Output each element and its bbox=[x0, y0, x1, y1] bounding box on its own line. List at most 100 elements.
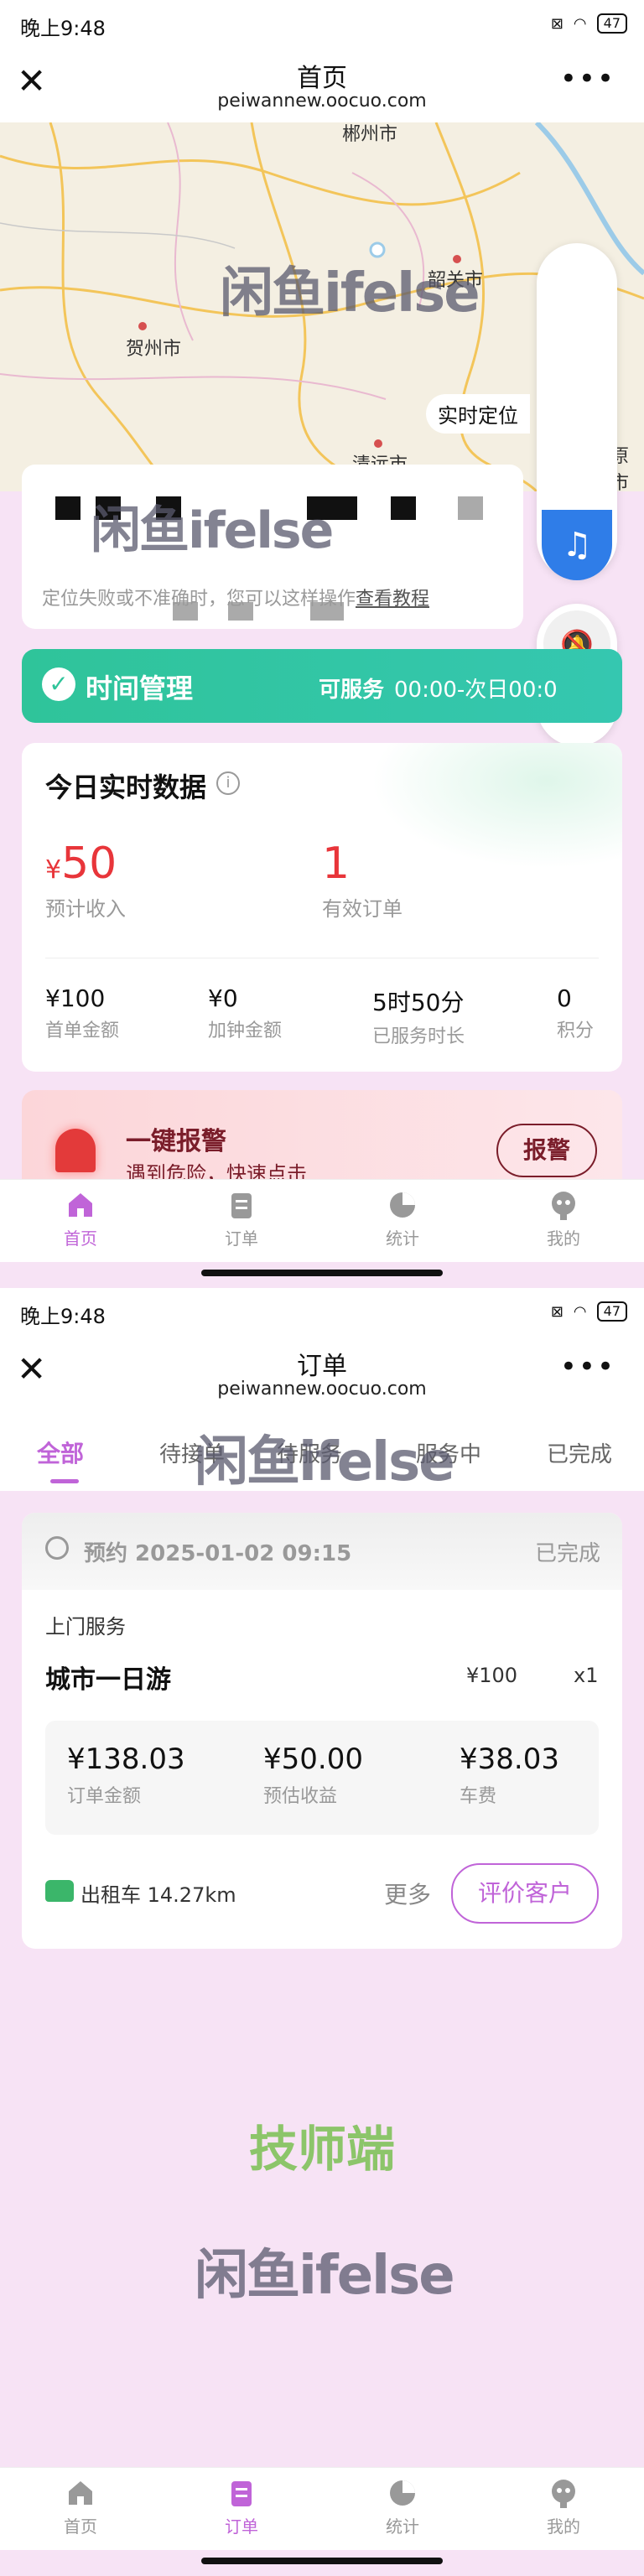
tab-stats[interactable]: 统计 bbox=[322, 2468, 483, 2550]
tab-active-indicator bbox=[50, 1479, 79, 1483]
order-amount: ¥138.03 订单金额 bbox=[67, 1742, 185, 1808]
nav-bar: ✕ 订单 peiwannew.oocuo.com ••• bbox=[0, 1335, 644, 1410]
tab-label: 首页 bbox=[64, 1228, 97, 1249]
orders-screen: 晚上9:48 ⊠ ◠ 47 ✕ 订单 peiwannew.oocuo.com •… bbox=[0, 1288, 644, 2576]
order-card-header: 预约 2025-01-02 09:15 已完成 bbox=[22, 1513, 622, 1590]
wifi-icon: ◠ bbox=[573, 1302, 587, 1321]
realtime-data-card: 今日实时数据 i ¥50 预计收入 1 有效订单 ¥100 首单金额 ¥0 加钟… bbox=[22, 743, 622, 1072]
watermark: 闲鱼ifelse bbox=[91, 501, 334, 560]
more-icon[interactable]: ••• bbox=[560, 62, 615, 96]
transport-info: 出租车 14.27km bbox=[80, 1883, 236, 1907]
location-notice-text: 定位失败或不准确时，您可以这样操作 bbox=[42, 589, 356, 610]
nav-bar: ✕ 首页 peiwannew.oocuo.com ••• bbox=[0, 47, 644, 122]
stat-label: 加钟金额 bbox=[208, 1021, 283, 1041]
tab-profile[interactable]: 我的 bbox=[483, 2468, 644, 2550]
service-type: 上门服务 bbox=[45, 1615, 126, 1639]
map-pin-icon bbox=[138, 322, 147, 330]
stat-label: 首单金额 bbox=[45, 1021, 120, 1041]
battery-icon: 47 bbox=[596, 13, 627, 34]
profile-icon bbox=[552, 1192, 575, 1220]
amount-label: 预估收益 bbox=[263, 1786, 338, 1807]
alarm-button[interactable]: 报警 bbox=[496, 1124, 597, 1177]
home-icon bbox=[69, 2481, 92, 2505]
estimated-earnings: ¥50.00 预估收益 bbox=[263, 1742, 363, 1808]
info-icon[interactable]: i bbox=[216, 771, 240, 795]
tab-stats[interactable]: 统计 bbox=[322, 1180, 483, 1262]
service-status: 可服务 bbox=[319, 678, 385, 703]
stat-expected-income: ¥50 预计收入 bbox=[45, 839, 126, 922]
stat-value: 50 bbox=[61, 839, 117, 889]
tab-label: 订单 bbox=[225, 1228, 258, 1249]
tab-all[interactable]: 全部 bbox=[37, 1436, 84, 1469]
alarm-card: 一键报警 遇到危险，快速点击 报警 bbox=[22, 1090, 622, 1184]
service-hours: 00:00-次日00:0 bbox=[394, 678, 558, 703]
brand-text: 技师端 bbox=[248, 2121, 395, 2178]
stat-label: 预计收入 bbox=[45, 897, 126, 921]
location-notice: 定位失败或不准确时，您可以这样操作查看教程 bbox=[42, 584, 429, 610]
status-icons: ⊠ ◠ 47 bbox=[551, 13, 627, 34]
stat-valid-orders: 1 有效订单 bbox=[322, 839, 402, 922]
map-city-label: 郴州市 bbox=[342, 124, 398, 145]
home-screen: 晚上9:48 ⊠ ◠ 47 ✕ 首页 peiwannew.oocuo.com •… bbox=[0, 0, 644, 1288]
music-button[interactable]: ♫ bbox=[542, 510, 612, 580]
tab-orders[interactable]: 订单 bbox=[161, 1180, 322, 1262]
page-title: 首页 bbox=[297, 64, 347, 93]
check-circle-icon: ✓ bbox=[42, 667, 75, 701]
order-card[interactable]: 预约 2025-01-02 09:15 已完成 上门服务 城市一日游 ¥100 … bbox=[22, 1513, 622, 1949]
car-fare: ¥38.03 车费 bbox=[460, 1742, 559, 1808]
stat-value: ¥0 bbox=[208, 984, 238, 1012]
map-pin-icon bbox=[374, 439, 382, 448]
stat-value: 0 bbox=[557, 984, 572, 1012]
tab-label: 订单 bbox=[225, 2516, 258, 2537]
amount-label: 车费 bbox=[460, 1786, 497, 1807]
tab-home[interactable]: 首页 bbox=[0, 2468, 161, 2550]
stat-value: 1 bbox=[322, 839, 351, 889]
alarm-siren-icon bbox=[55, 1129, 96, 1172]
realtime-title: 今日实时数据 bbox=[45, 771, 207, 803]
decorative-graphic bbox=[371, 743, 622, 869]
home-indicator bbox=[201, 1270, 443, 1276]
tab-label: 首页 bbox=[64, 2516, 97, 2537]
tab-orders[interactable]: 订单 bbox=[161, 2468, 322, 2550]
status-bar: 晚上9:48 ⊠ ◠ 47 bbox=[0, 0, 644, 47]
watermark: 闲鱼ifelse bbox=[195, 2245, 455, 2307]
review-customer-button[interactable]: 评价客户 bbox=[451, 1863, 599, 1924]
service-name: 城市一日游 bbox=[45, 1665, 171, 1695]
reserve-time: 预约 2025-01-02 09:15 bbox=[84, 1541, 352, 1566]
stat-label: 已服务时长 bbox=[372, 1026, 465, 1047]
battery-icon: 47 bbox=[596, 1301, 627, 1322]
taxi-icon bbox=[45, 1880, 74, 1902]
stat-label: 积分 bbox=[557, 1021, 595, 1041]
music-icon: ♫ bbox=[562, 526, 592, 564]
more-link[interactable]: 更多 bbox=[384, 1877, 431, 1910]
tab-label: 我的 bbox=[547, 2516, 580, 2537]
status-time: 晚上9:48 bbox=[20, 17, 106, 40]
page-url: peiwannew.oocuo.com bbox=[217, 91, 427, 112]
amount-value: ¥38.03 bbox=[460, 1742, 559, 1776]
currency-symbol: ¥ bbox=[45, 855, 62, 885]
tutorial-link[interactable]: 查看教程 bbox=[356, 589, 429, 610]
time-management-bar[interactable]: ✓ 时间管理 可服务 00:00-次日00:0 bbox=[22, 649, 622, 723]
status-bar: 晚上9:48 ⊠ ◠ 47 bbox=[0, 1288, 644, 1335]
tab-profile[interactable]: 我的 bbox=[483, 1180, 644, 1262]
status-time: 晚上9:48 bbox=[20, 1305, 106, 1328]
stat-first-order-amount: ¥100 首单金额 bbox=[45, 984, 119, 1042]
time-management-label: 时间管理 bbox=[86, 673, 194, 704]
tab-label: 统计 bbox=[386, 2516, 419, 2537]
amount-value: ¥138.03 bbox=[67, 1742, 185, 1776]
sim-icon: ⊠ bbox=[550, 14, 564, 33]
page-title: 订单 bbox=[297, 1352, 347, 1381]
home-icon bbox=[69, 1193, 92, 1217]
order-icon bbox=[231, 2481, 252, 2506]
page-url: peiwannew.oocuo.com bbox=[217, 1379, 427, 1400]
service-quantity: x1 bbox=[574, 1664, 599, 1687]
stat-service-duration: 5时50分 已服务时长 bbox=[372, 984, 465, 1048]
tab-completed[interactable]: 已完成 bbox=[547, 1437, 612, 1468]
stat-points: 0 积分 bbox=[557, 984, 594, 1042]
tab-label: 统计 bbox=[386, 1228, 419, 1249]
status-icons: ⊠ ◠ 47 bbox=[551, 1301, 627, 1322]
alarm-title: 一键报警 bbox=[126, 1127, 226, 1156]
more-icon[interactable]: ••• bbox=[560, 1350, 615, 1384]
tab-home[interactable]: 首页 bbox=[0, 1180, 161, 1262]
home-indicator bbox=[201, 2558, 443, 2564]
